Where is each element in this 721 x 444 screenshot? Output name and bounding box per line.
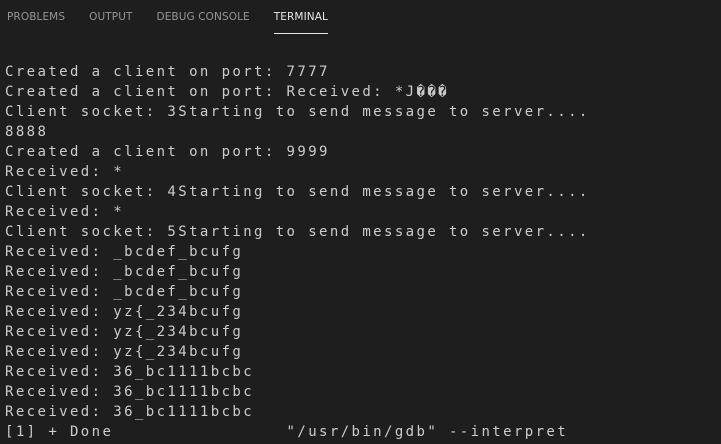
terminal-line: Received: 36_bc1111bcbc <box>5 364 255 380</box>
terminal-line: Received: * <box>5 204 125 220</box>
tab-output[interactable]: OUTPUT <box>89 0 132 35</box>
terminal-line: Client socket: 4Starting to send message… <box>5 184 590 200</box>
terminal-line: Received: _bcdef_bcufg <box>5 264 244 280</box>
tab-terminal[interactable]: TERMINAL <box>273 0 329 35</box>
terminal-line: Created a client on port: 9999 <box>5 144 330 160</box>
tab-problems[interactable]: PROBLEMS <box>7 0 65 35</box>
terminal-line: Received: * <box>5 164 125 180</box>
terminal-line: Client socket: 5Starting to send message… <box>5 224 590 240</box>
terminal-line: Received: yz{_234bcufg <box>5 344 244 360</box>
terminal-line: Created a client on port: Received: *J��… <box>5 84 449 100</box>
tab-debug-console[interactable]: DEBUG CONSOLE <box>157 0 250 35</box>
terminal-job-status-line: [1] + Done "/usr/bin/gdb" --interpret <box>5 424 569 440</box>
terminal-line: Received: 36_bc1111bcbc <box>5 404 255 420</box>
terminal-line: Received: _bcdef_bcufg <box>5 284 244 300</box>
terminal-line: Received: _bcdef_bcufg <box>5 244 244 260</box>
terminal-line: Received: yz{_234bcufg <box>5 324 244 340</box>
terminal-line: Client socket: 3Starting to send message… <box>5 104 590 120</box>
terminal-panel: PROBLEMS OUTPUT DEBUG CONSOLE TERMINAL C… <box>0 0 721 444</box>
terminal-line: Received: yz{_234bcufg <box>5 304 244 320</box>
terminal-output[interactable]: Created a client on port: 7777 Created a… <box>5 62 721 442</box>
panel-tab-bar: PROBLEMS OUTPUT DEBUG CONSOLE TERMINAL <box>0 0 721 35</box>
terminal-line: Received: 36_bc1111bcbc <box>5 384 255 400</box>
terminal-line: Created a client on port: 7777 <box>5 64 330 80</box>
terminal-line: 8888 <box>5 124 49 140</box>
